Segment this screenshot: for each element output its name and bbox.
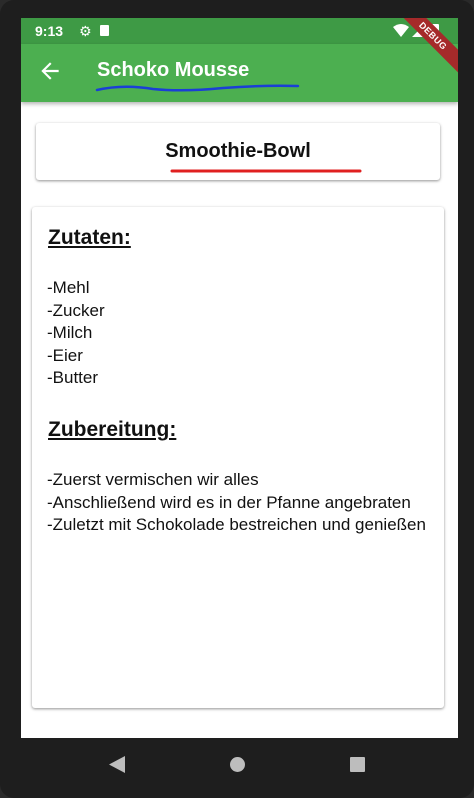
list-item: -Milch [47,323,93,342]
ingredients-list: -Mehl -Zucker -Milch -Eier -Butter [47,277,432,390]
list-item: -Zuerst vermischen wir alles [47,470,259,489]
recipe-content-card: Zutaten: -Mehl -Zucker -Milch -Eier -But… [32,207,444,708]
page-title: Schoko Mousse [97,59,250,81]
phone-frame: 9:13 ⚙ Schoko Mousse DEBUG Smoothie-Bowl [0,0,474,798]
status-time: 9:13 [35,23,64,39]
navigation-bar [21,738,458,790]
sd-card-icon [100,25,109,36]
arrow-back-icon[interactable] [37,58,63,84]
list-item: -Butter [47,368,99,387]
app-bar: Schoko Mousse [21,44,458,102]
wifi-icon [393,23,409,40]
preparation-heading: Zubereitung: [48,418,177,441]
square-recent-icon[interactable] [350,757,365,772]
status-bar: 9:13 ⚙ [21,18,458,44]
list-item: -Mehl [47,278,90,297]
circle-home-icon[interactable] [230,757,245,772]
list-item: -Eier [47,345,83,365]
list-item: -Zucker [47,300,105,320]
recipe-title-card: Smoothie-Bowl [36,123,440,180]
preparation-list: -Zuerst vermischen wir alles -Anschließe… [47,469,432,537]
list-item: -Zuletzt mit Schokolade bestreichen und … [47,515,426,534]
ingredients-heading: Zutaten: [48,226,131,249]
gear-icon: ⚙ [79,23,92,39]
title-annotation-line [95,84,300,92]
triangle-back-icon[interactable] [109,756,125,773]
recipe-annotation-line [170,169,362,173]
list-item: -Anschließend wird es in der Pfanne ange… [47,492,411,512]
screen: 9:13 ⚙ Schoko Mousse DEBUG Smoothie-Bowl [21,18,458,738]
recipe-name: Smoothie-Bowl [165,140,311,162]
